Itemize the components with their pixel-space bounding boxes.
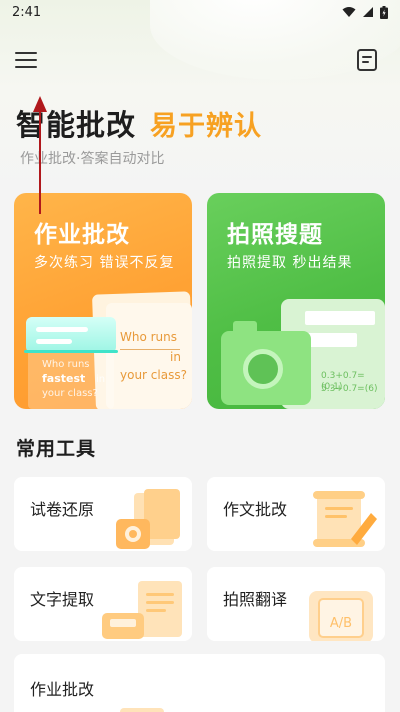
essay-scroll-icon bbox=[313, 491, 377, 547]
tool-homework-correction[interactable]: 作业批改 bbox=[14, 654, 385, 712]
tool-photo-translate[interactable]: 拍照翻译 A/B bbox=[207, 567, 385, 641]
homework-correction-card[interactable]: 作业批改 多次练习 错误不反复 Who runs in your class? … bbox=[14, 193, 192, 409]
paper-text: Who runs bbox=[120, 330, 178, 344]
document-icon bbox=[357, 49, 377, 71]
translate-icon: A/B bbox=[309, 591, 373, 641]
paper-text: your class? bbox=[120, 368, 187, 382]
scanner-illustration bbox=[26, 317, 116, 353]
card-title: 拍照搜题 bbox=[227, 222, 323, 248]
card-title: 作业批改 bbox=[34, 222, 130, 248]
translate-art-text: A/B bbox=[330, 616, 352, 631]
status-bar: 2:41 bbox=[0, 0, 400, 24]
card-desc: 多次练习 错误不反复 bbox=[34, 255, 175, 271]
tool-label: 文字提取 bbox=[30, 590, 95, 609]
menu-button[interactable] bbox=[12, 46, 40, 74]
tool-exam-restore[interactable]: 试卷还原 bbox=[14, 477, 192, 551]
tool-text-extract[interactable]: 文字提取 bbox=[14, 567, 192, 641]
sheet-text: in bbox=[96, 374, 106, 385]
sheet-text: Who runs bbox=[42, 359, 90, 370]
signal-icon bbox=[363, 7, 373, 17]
tool-label: 作文批改 bbox=[223, 500, 288, 519]
paper-illustration: Who runs in your class? bbox=[106, 303, 192, 409]
exam-restore-icon bbox=[116, 489, 180, 549]
photo-search-card[interactable]: 拍照搜题 拍照提取 秒出结果 0.3+0.7=(0.1) 5.3+0.7=(6) bbox=[207, 193, 385, 409]
tool-label: 作业批改 bbox=[30, 680, 95, 699]
sheet-text: fastest bbox=[42, 372, 86, 385]
paper-text: in bbox=[170, 350, 181, 364]
calc-text: 5.3+0.7=(6) bbox=[321, 384, 378, 394]
wifi-icon bbox=[342, 7, 356, 17]
page-headline: 智能批改 易于辨认 bbox=[16, 102, 262, 144]
homework-art-icon bbox=[120, 708, 164, 712]
battery-icon bbox=[380, 5, 388, 19]
tool-essay-correction[interactable]: 作文批改 bbox=[207, 477, 385, 551]
menu-icon bbox=[15, 52, 37, 68]
sheet-text: your class? bbox=[42, 388, 98, 399]
tool-label: 试卷还原 bbox=[30, 500, 95, 519]
tool-label: 拍照翻译 bbox=[223, 590, 288, 609]
card-desc: 拍照提取 秒出结果 bbox=[227, 255, 353, 271]
text-extract-icon bbox=[102, 581, 182, 639]
camera-icon bbox=[221, 321, 311, 405]
status-icons bbox=[342, 5, 388, 19]
records-button[interactable] bbox=[353, 46, 381, 74]
page-slogan: 易于辨认 bbox=[150, 111, 263, 142]
status-time: 2:41 bbox=[12, 4, 42, 20]
tools-section-title: 常用工具 bbox=[16, 438, 97, 460]
scan-line bbox=[24, 350, 118, 353]
arrow-annotation-icon bbox=[33, 96, 47, 214]
